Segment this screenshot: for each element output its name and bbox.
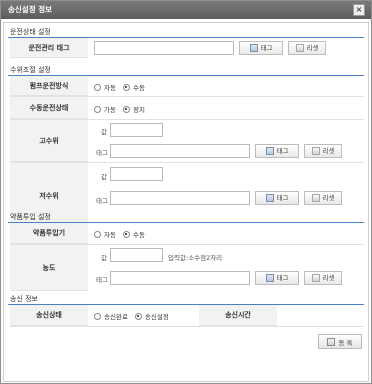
concentration-label: 농도 xyxy=(10,245,88,291)
radio-auto[interactable] xyxy=(94,83,101,91)
reset-button[interactable]: 리셋 xyxy=(288,41,326,55)
titlebar: 송신설정 정보 × xyxy=(1,1,371,19)
section-title-chemical: 약품투입 설정 xyxy=(10,213,51,221)
send-state-label: 송신상태 xyxy=(10,305,88,326)
high-tag-label: 태그 xyxy=(96,149,108,157)
reset-button[interactable]: 리셋 xyxy=(304,271,342,285)
row-divider xyxy=(10,326,364,327)
reset-icon xyxy=(311,274,320,282)
reset-button-label: 리셋 xyxy=(322,274,335,282)
section-title-send: 송신 정보 xyxy=(10,295,38,303)
radio-manual[interactable] xyxy=(122,230,130,238)
reset-button-label: 리셋 xyxy=(306,44,319,52)
section-title-level: 수위조절 설정 xyxy=(10,66,51,74)
tag-icon xyxy=(265,194,274,202)
tag-icon xyxy=(249,44,258,52)
dosing-label: 약품투입기 xyxy=(10,223,88,244)
conc-value-label: 값 xyxy=(101,254,107,262)
radio-auto-label: 자동 xyxy=(104,84,116,92)
high-value-label: 값 xyxy=(101,128,107,136)
radio-stop-label: 정지 xyxy=(132,106,145,114)
tag-icon xyxy=(265,147,274,155)
close-icon[interactable]: × xyxy=(353,4,365,16)
conc-tag-input[interactable] xyxy=(110,271,250,285)
reset-button[interactable]: 리셋 xyxy=(304,191,342,205)
low-tag-label: 태그 xyxy=(96,197,108,205)
radio-run-label: 가동 xyxy=(104,106,116,114)
radio-auto[interactable] xyxy=(94,230,101,238)
radio-send-done[interactable] xyxy=(94,312,101,320)
pump-mode-label: 펌프운전방식 xyxy=(10,76,88,96)
manual-state-radios: 가동 정지 xyxy=(94,104,145,114)
register-icon xyxy=(327,337,336,346)
tag-button[interactable]: 태그 xyxy=(255,271,299,285)
radio-manual[interactable] xyxy=(122,83,130,91)
radio-auto-label: 자동 xyxy=(104,231,116,239)
radio-send-set-label: 송신설정 xyxy=(144,313,169,321)
reset-icon xyxy=(311,147,320,155)
operation-tag-label: 운전관리 태그 xyxy=(10,38,88,58)
tag-icon xyxy=(265,274,274,282)
dosing-radios: 자동 수동 xyxy=(94,229,145,239)
tag-button-label: 태그 xyxy=(276,194,289,202)
reset-button[interactable]: 리셋 xyxy=(304,144,342,158)
tag-button[interactable]: 태그 xyxy=(255,191,299,205)
window-title: 송신설정 정보 xyxy=(8,5,53,14)
send-time-label: 송신시간 xyxy=(199,305,277,326)
register-button[interactable]: 등 록 xyxy=(318,334,362,349)
high-value-input[interactable] xyxy=(110,123,163,137)
tag-button-label: 태그 xyxy=(276,147,289,155)
conc-hint: 입력값:소수점2자리 xyxy=(168,254,223,262)
section-title-operation: 운전상태 설정 xyxy=(10,28,51,36)
operation-tag-input[interactable] xyxy=(94,41,234,55)
high-level-label: 고수위 xyxy=(10,120,88,162)
radio-stop[interactable] xyxy=(122,105,130,113)
tag-button-label: 태그 xyxy=(276,274,289,282)
dialog-window: 송신설정 정보 × 운전상태 설정 운전관리 태그 태그 리셋 수위조절 설정 … xyxy=(0,0,372,384)
reset-icon xyxy=(295,44,304,52)
manual-state-label: 수동운전상태 xyxy=(10,97,88,119)
high-tag-input[interactable] xyxy=(110,144,250,158)
radio-send-done-label: 송신완료 xyxy=(104,313,128,321)
pump-mode-radios: 자동 수동 xyxy=(94,82,145,92)
tag-button[interactable]: 태그 xyxy=(255,144,299,158)
low-value-label: 값 xyxy=(101,173,107,181)
low-tag-input[interactable] xyxy=(110,191,250,205)
radio-manual-label: 수동 xyxy=(132,231,145,239)
reset-button-label: 리셋 xyxy=(322,194,335,202)
register-button-label: 등 록 xyxy=(338,338,353,347)
form-content: 운전상태 설정 운전관리 태그 태그 리셋 수위조절 설정 펌프운전방식 자동 … xyxy=(3,22,369,382)
radio-run[interactable] xyxy=(94,105,101,113)
send-state-radios: 송신완료 송신설정 xyxy=(94,311,169,321)
conc-value-input[interactable] xyxy=(110,248,163,262)
reset-button-label: 리셋 xyxy=(322,147,335,155)
tag-button[interactable]: 태그 xyxy=(239,41,283,55)
reset-icon xyxy=(311,194,320,202)
tag-button-label: 태그 xyxy=(260,44,273,52)
radio-manual-label: 수동 xyxy=(132,84,145,92)
conc-tag-label: 태그 xyxy=(96,276,108,284)
low-value-input[interactable] xyxy=(110,167,163,181)
radio-send-set[interactable] xyxy=(134,312,142,320)
